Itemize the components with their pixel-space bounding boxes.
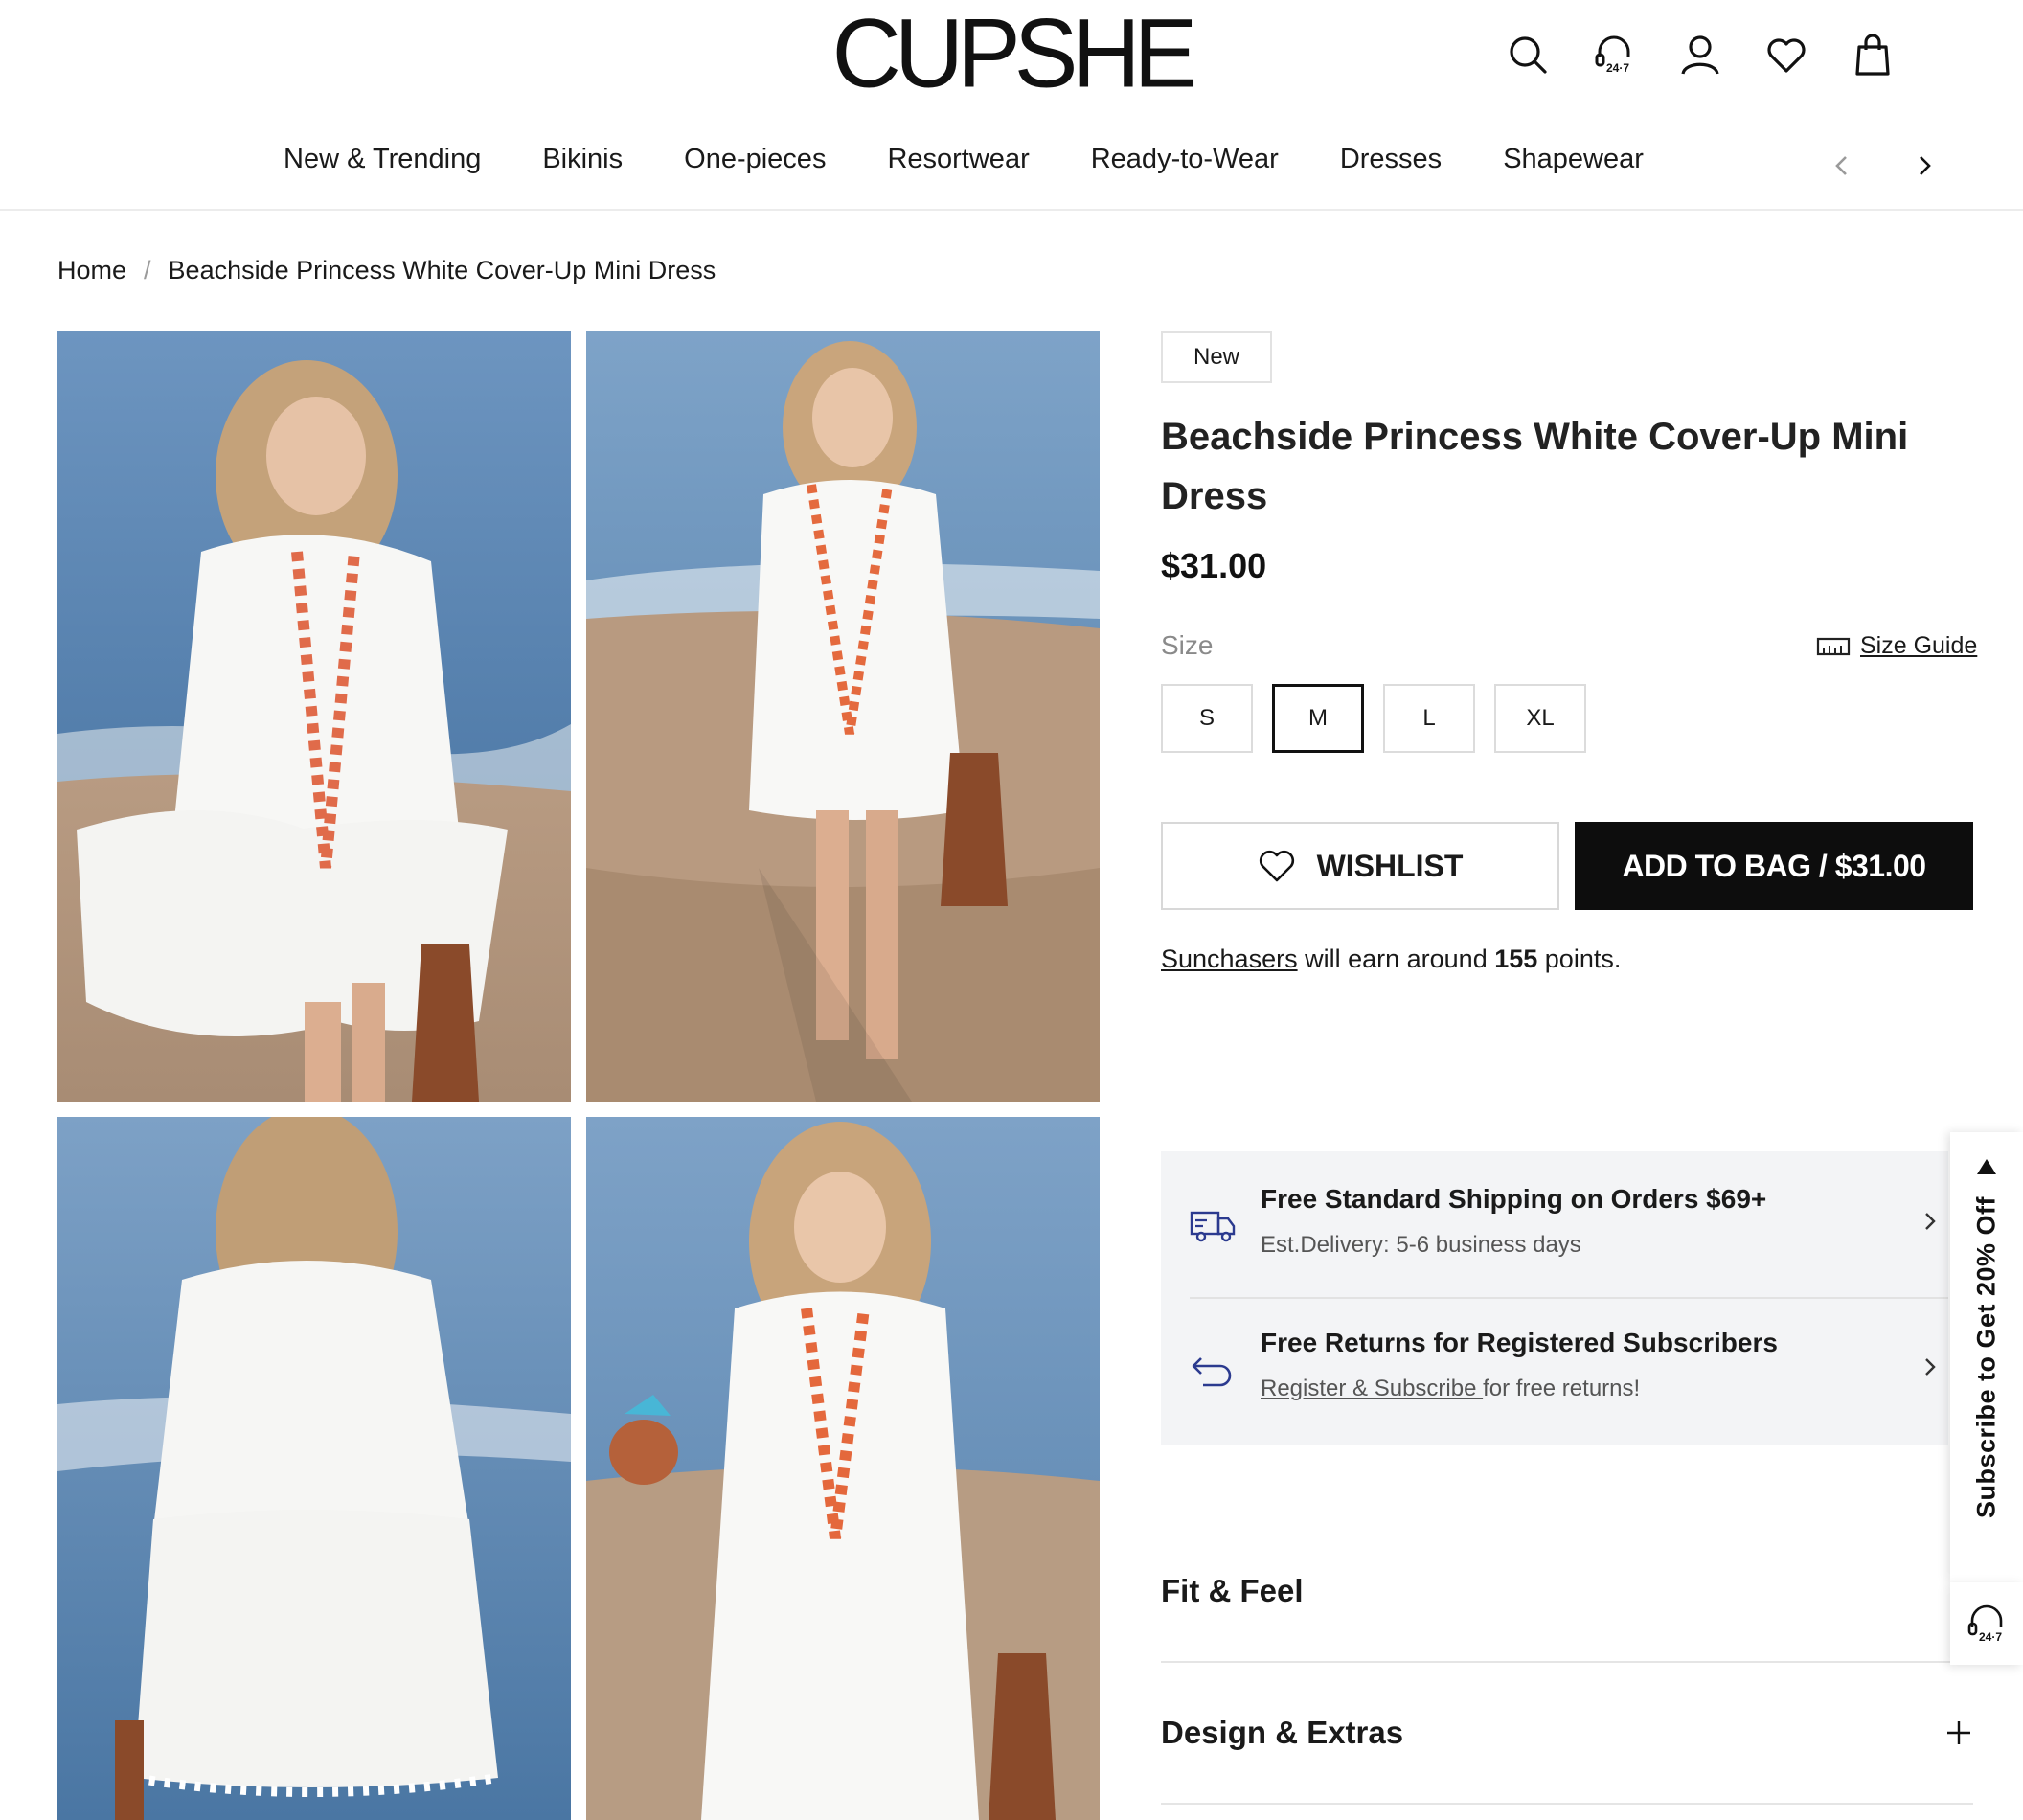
nav-item-resortwear[interactable]: Resortwear: [887, 144, 1029, 175]
nav-item-bikinis[interactable]: Bikinis: [542, 144, 623, 175]
returns-subtitle: Register & Subscribe for free returns!: [1261, 1376, 1640, 1402]
breadcrumb-current: Beachside Princess White Cover-Up Mini D…: [168, 256, 716, 284]
shipping-title: Free Standard Shipping on Orders $69+: [1261, 1184, 1767, 1214]
accordion-fit-feel[interactable]: Fit & Feel: [1161, 1521, 1973, 1663]
accordion-design-extras-label: Design & Extras: [1161, 1715, 1404, 1750]
support-247-icon[interactable]: 24·7: [1592, 33, 1636, 77]
points-text-pre: will earn around: [1297, 944, 1495, 973]
shipping-returns-panel: Free Standard Shipping on Orders $69+ Es…: [1161, 1151, 1948, 1445]
product-photo-2[interactable]: [586, 331, 1100, 1102]
heart-icon: [1259, 850, 1294, 882]
main-nav: New & Trending Bikinis One-pieces Resort…: [284, 144, 1705, 175]
nav-arrows: [1826, 149, 1941, 182]
truck-icon: [1190, 1211, 1236, 1242]
plus-icon: [1947, 1721, 1970, 1744]
breadcrumb-separator: /: [144, 256, 151, 284]
size-option-m[interactable]: M: [1272, 684, 1364, 753]
returns-subtitle-rest: for free returns!: [1483, 1376, 1641, 1401]
chevron-right-icon: [1925, 1358, 1936, 1376]
sunchasers-link[interactable]: Sunchasers: [1161, 944, 1298, 973]
size-guide-link[interactable]: Size Guide: [1816, 632, 1977, 660]
wishlist-button[interactable]: WISHLIST: [1161, 822, 1559, 910]
product-photo-4[interactable]: [586, 1117, 1100, 1820]
floating-support-button[interactable]: 24·7: [1950, 1582, 2023, 1665]
add-to-bag-button[interactable]: ADD TO BAG / $31.00: [1575, 822, 1973, 910]
shipping-subtitle: Est.Delivery: 5-6 business days: [1261, 1232, 1581, 1258]
size-option-xl[interactable]: XL: [1494, 684, 1586, 753]
header-icons: 24·7: [1506, 33, 1895, 77]
subscribe-side-tab[interactable]: Subscribe to Get 20% Off: [1950, 1132, 2023, 1582]
nav-item-new-trending[interactable]: New & Trending: [284, 144, 481, 175]
size-guide-label: Size Guide: [1860, 632, 1978, 659]
register-subscribe-link[interactable]: Register & Subscribe: [1261, 1376, 1483, 1401]
wishlist-heart-icon[interactable]: [1764, 33, 1808, 77]
support-badge-text: 24·7: [1979, 1630, 2002, 1644]
nav-divider: [0, 209, 2023, 211]
nav-item-ready-to-wear[interactable]: Ready-to-Wear: [1091, 144, 1279, 175]
search-icon[interactable]: [1506, 33, 1550, 77]
returns-row[interactable]: Free Returns for Registered Subscribers …: [1161, 1299, 1948, 1445]
collapse-triangle-icon[interactable]: [1973, 1153, 2000, 1180]
chevron-right-icon: [1925, 1213, 1936, 1230]
subscribe-tab-label: Subscribe to Get 20% Off: [1971, 1195, 2001, 1519]
support-247-icon: 24·7: [1967, 1604, 2002, 1644]
points-info: Sunchasers will earn around 155 points.: [1161, 944, 1621, 974]
wishlist-label: WISHLIST: [1316, 848, 1464, 883]
points-value: 155: [1494, 944, 1538, 973]
size-selector: S M L XL: [1161, 684, 1586, 753]
ruler-icon: [1816, 637, 1851, 655]
size-option-l[interactable]: L: [1383, 684, 1475, 753]
chevron-left-icon[interactable]: [1826, 149, 1858, 182]
size-option-s[interactable]: S: [1161, 684, 1253, 753]
new-badge: New: [1161, 331, 1272, 383]
return-arrow-icon: [1192, 1357, 1232, 1387]
shopping-bag-icon[interactable]: [1851, 33, 1895, 77]
product-photo-3[interactable]: [57, 1117, 571, 1820]
product-photo-1[interactable]: [57, 331, 571, 1102]
accordion-fit-feel-label: Fit & Feel: [1161, 1573, 1304, 1608]
size-label: Size: [1161, 630, 1214, 660]
points-text-post: points.: [1537, 944, 1622, 973]
support-badge-text: 24·7: [1606, 61, 1629, 75]
breadcrumb: Home / Beachside Princess White Cover-Up…: [57, 256, 716, 285]
breadcrumb-home[interactable]: Home: [57, 256, 126, 285]
accordion-design-extras[interactable]: Design & Extras: [1161, 1663, 1973, 1805]
nav-item-shapewear[interactable]: Shapewear: [1503, 144, 1644, 175]
nav-item-one-pieces[interactable]: One-pieces: [684, 144, 826, 175]
shipping-row[interactable]: Free Standard Shipping on Orders $69+ Es…: [1161, 1151, 1948, 1297]
product-price: $31.00: [1161, 546, 1267, 585]
account-icon[interactable]: [1678, 33, 1722, 77]
nav-item-dresses[interactable]: Dresses: [1340, 144, 1442, 175]
chevron-right-icon[interactable]: [1908, 149, 1941, 182]
product-title: Beachside Princess White Cover-Up Mini D…: [1161, 416, 1909, 517]
returns-title: Free Returns for Registered Subscribers: [1261, 1328, 1778, 1357]
